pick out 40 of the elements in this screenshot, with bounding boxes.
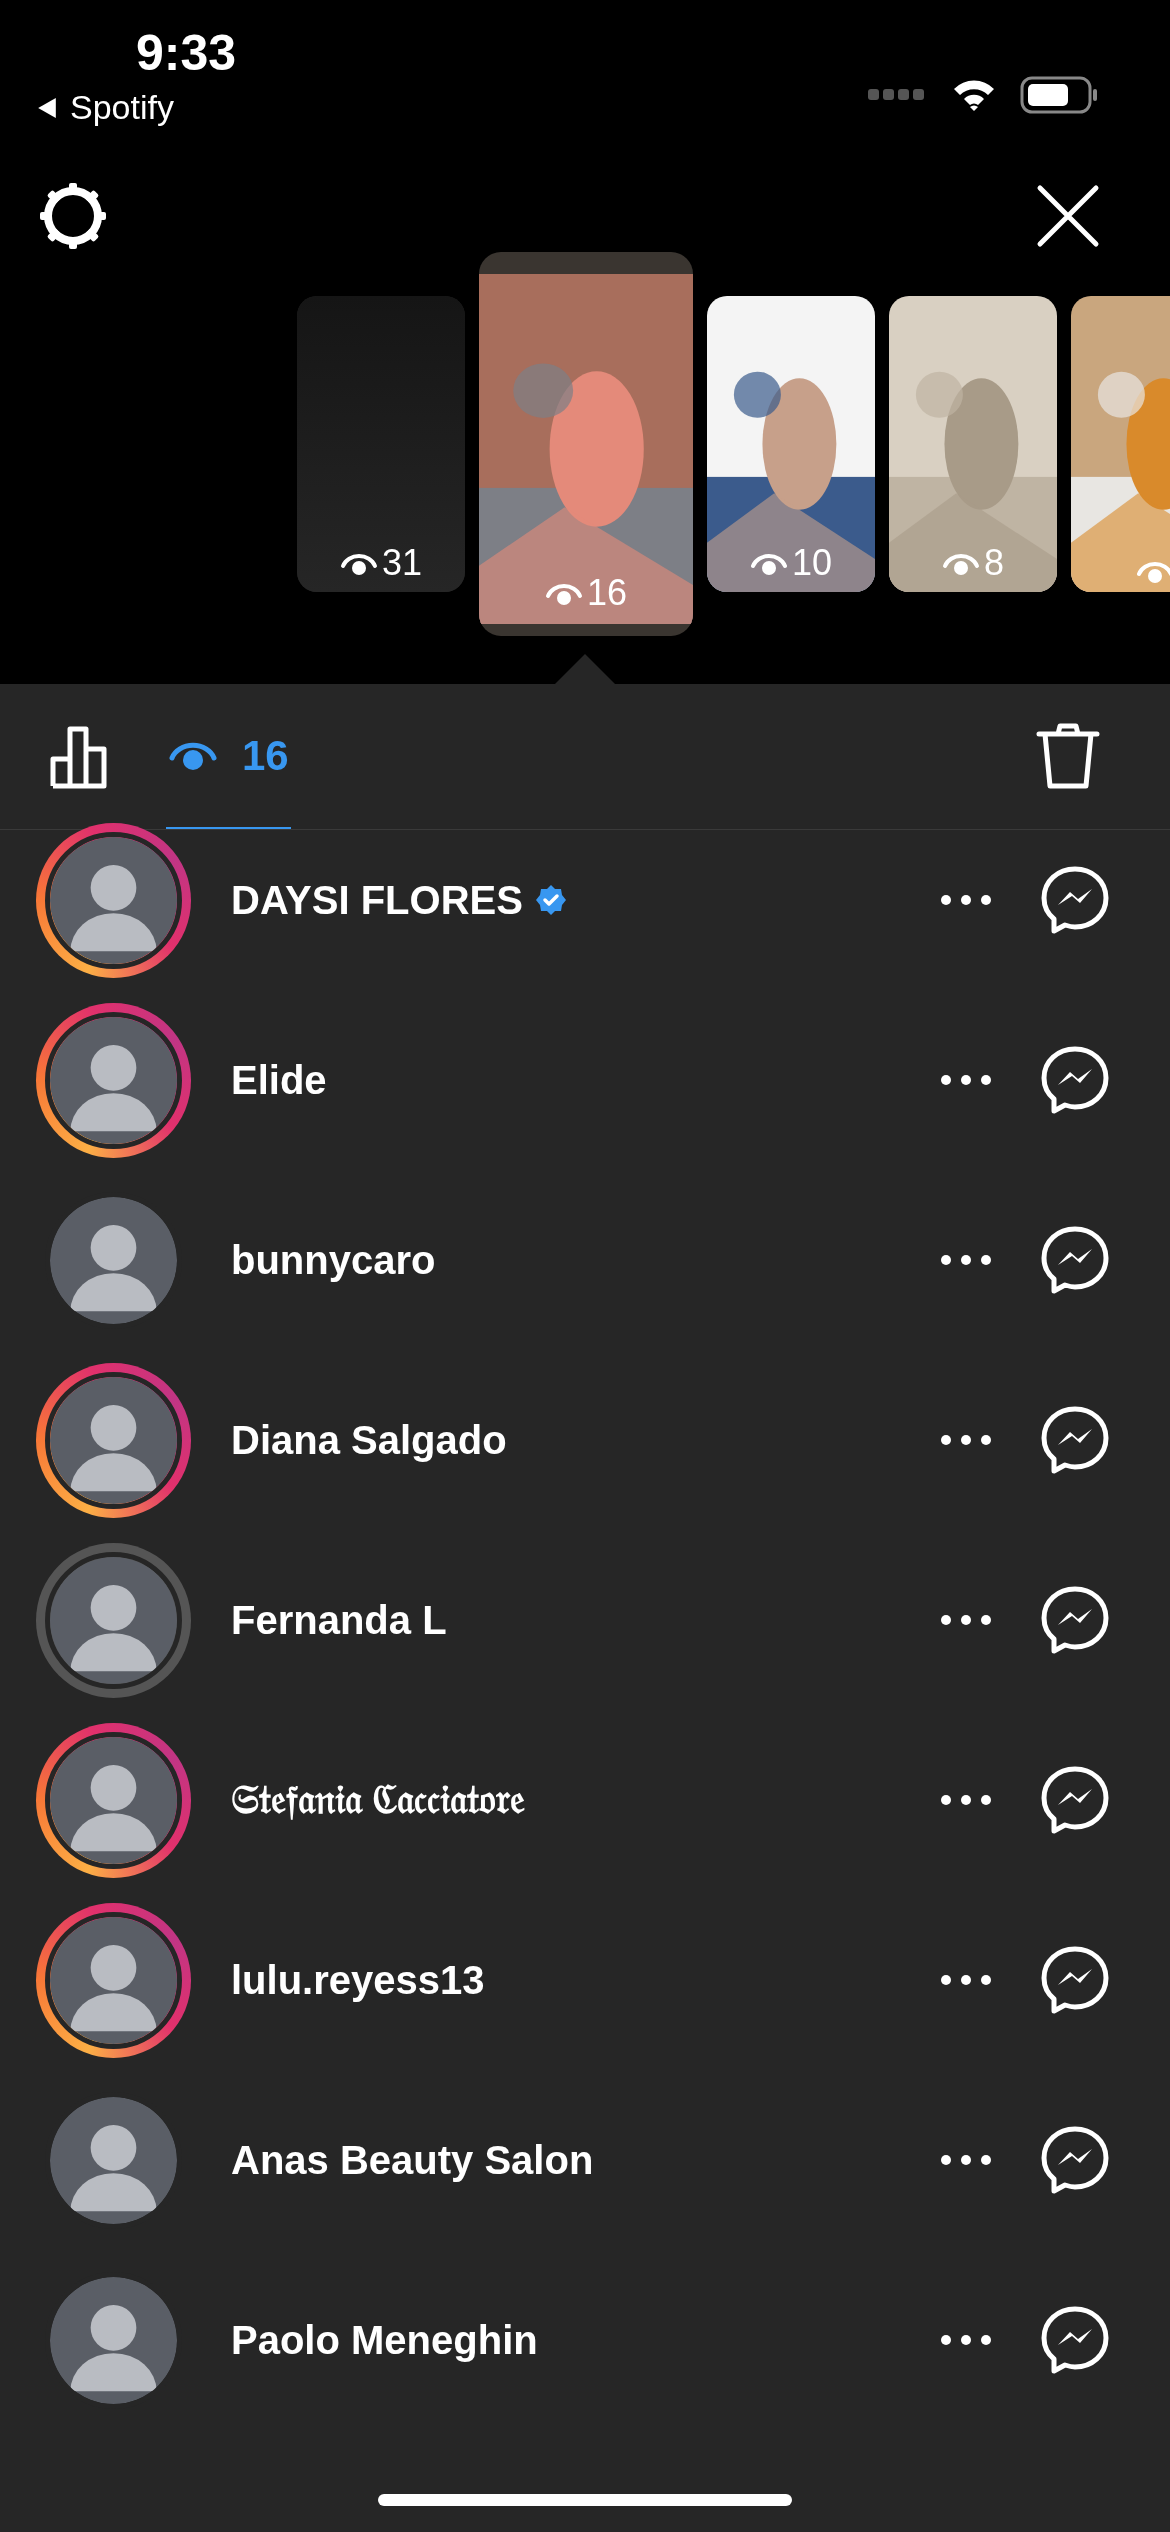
messenger-icon[interactable] <box>1040 1585 1110 1655</box>
view-count: 31 <box>381 542 422 584</box>
messenger-icon[interactable] <box>1040 1405 1110 1475</box>
viewer-name[interactable]: DAYSI FLORES <box>231 877 523 923</box>
viewer-name[interactable]: Elide <box>231 1057 327 1103</box>
viewers-tab[interactable]: 16 <box>166 684 291 829</box>
messenger-icon[interactable] <box>1040 1225 1110 1295</box>
story-thumbnail[interactable]: 31 <box>297 296 465 592</box>
viewer-name[interactable]: bunnycaro <box>231 1237 436 1283</box>
messenger-icon[interactable] <box>1040 2125 1110 2195</box>
more-options-icon[interactable] <box>940 1974 992 1986</box>
more-options-icon[interactable] <box>940 2334 992 2346</box>
messenger-icon[interactable] <box>1040 1045 1110 1115</box>
more-options-icon[interactable] <box>940 1614 992 1626</box>
more-options-icon[interactable] <box>940 894 992 906</box>
viewer-name[interactable]: Fernanda L <box>231 1597 447 1643</box>
view-count: 8 <box>984 542 1004 584</box>
trash-icon[interactable] <box>1036 721 1100 792</box>
viewer-name[interactable]: Anas Beauty Salon <box>231 2137 594 2183</box>
messenger-icon[interactable] <box>1040 865 1110 935</box>
settings-icon[interactable] <box>38 181 108 251</box>
close-icon[interactable] <box>1036 184 1100 248</box>
view-count: 10 <box>791 542 832 584</box>
status-time: 9:33 <box>136 24 237 82</box>
back-to-app-link[interactable]: Spotify <box>70 88 174 127</box>
more-options-icon[interactable] <box>940 1434 992 1446</box>
viewer-name[interactable]: Paolo Meneghin <box>231 2317 538 2363</box>
back-arrow-icon[interactable] <box>36 96 58 119</box>
messenger-icon[interactable] <box>1040 2305 1110 2375</box>
messenger-icon[interactable] <box>1040 1765 1110 1835</box>
more-options-icon[interactable] <box>940 1254 992 1266</box>
more-options-icon[interactable] <box>940 2154 992 2166</box>
view-count: 16 <box>586 572 627 614</box>
battery-icon <box>1020 76 1100 114</box>
more-options-icon[interactable] <box>940 1074 992 1086</box>
more-options-icon[interactable] <box>940 1794 992 1806</box>
viewer-name[interactable]: Diana Salgado <box>231 1417 507 1463</box>
viewer-name[interactable]: lulu.reyess13 <box>231 1957 485 2003</box>
viewer-name[interactable]: 𝔖𝔱𝔢𝔣𝔞𝔫𝔦𝔞 ℭ𝔞𝔠𝔠𝔦𝔞𝔱𝔬𝔯𝔢 <box>231 1777 526 1823</box>
messenger-icon[interactable] <box>1040 1945 1110 2015</box>
